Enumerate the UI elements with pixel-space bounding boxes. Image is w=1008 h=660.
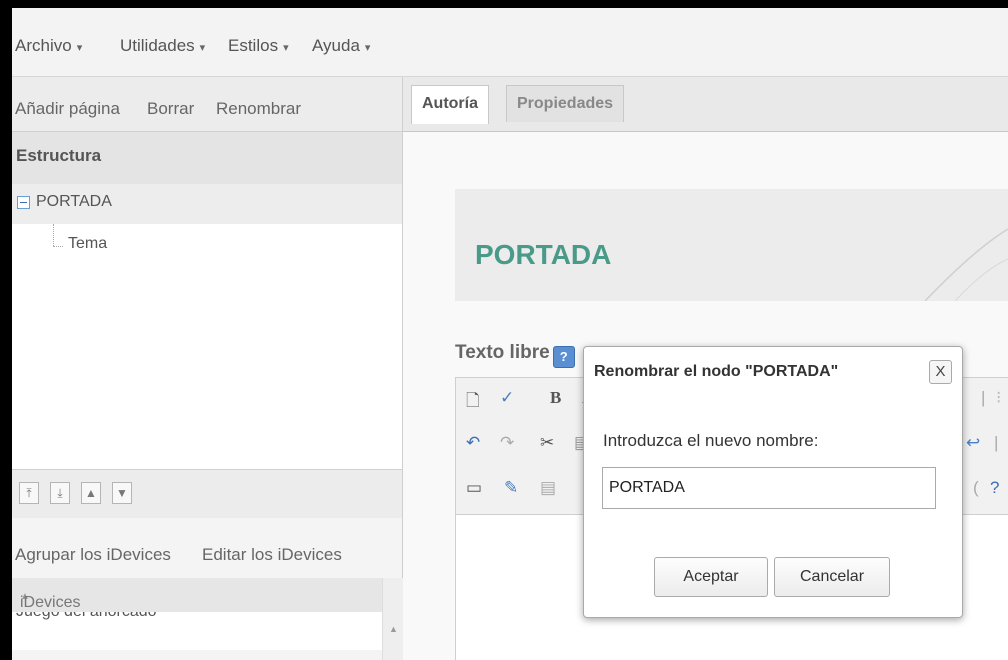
menu-archivo[interactable]: Archivo ▾ — [15, 36, 82, 56]
new-name-input[interactable] — [602, 467, 936, 509]
tree-connector — [53, 246, 63, 247]
menu-label: Archivo — [15, 36, 72, 55]
accept-button[interactable]: Aceptar — [654, 557, 768, 597]
toolbar-separator: | — [994, 433, 999, 452]
app-window: Archivo ▾ Utilidades ▾ Estilos ▾ Ayuda ▾ Aña… — [12, 8, 1008, 660]
move-down-icon[interactable]: ▼ — [112, 482, 132, 504]
structure-title: Estructura — [16, 146, 102, 165]
tab-autoria[interactable]: Autoría — [411, 85, 489, 124]
list-icon[interactable]: ⁝ — [996, 388, 1001, 408]
chevron-down-icon: ▾ — [76, 42, 83, 54]
rename-dialog: Renombrar el nodo "PORTADA" X Introduzca… — [583, 346, 963, 618]
scrollbar[interactable]: ▲ — [382, 578, 403, 660]
spellcheck-icon[interactable]: ✓ — [500, 388, 514, 408]
structure-toolbar: Añadir página Borrar Renombrar — [12, 77, 402, 132]
add-page-button[interactable]: Añadir página — [15, 99, 120, 119]
table-icon[interactable]: ▤ — [540, 478, 556, 498]
idevices-title: iDevices — [20, 594, 81, 611]
dialog-prompt: Introduzca el nuevo nombre: — [603, 431, 819, 450]
template-icon[interactable]: ▭ — [466, 478, 482, 498]
left-panel: Añadir página Borrar Renombrar Estructur… — [12, 77, 403, 660]
page-title: PORTADA — [475, 239, 612, 270]
list-item[interactable] — [12, 650, 382, 660]
new-document-icon[interactable]: 🗋 — [466, 388, 480, 417]
undo-icon[interactable]: ↶ — [466, 433, 480, 453]
tree-node-tema[interactable]: Tema — [68, 235, 107, 253]
group-idevices-button[interactable]: Agrupar los iDevices — [15, 545, 171, 565]
scroll-up-icon[interactable]: ▲ — [389, 624, 398, 634]
tree-connector — [53, 224, 54, 246]
redo-icon[interactable]: ↷ — [500, 433, 514, 453]
move-up-icon[interactable]: ▲ — [81, 482, 101, 504]
chevron-down-icon: ▾ — [283, 42, 289, 54]
tab-propiedades[interactable]: Propiedades — [506, 85, 625, 122]
dialog-title: Renombrar el nodo "PORTADA" — [594, 363, 839, 380]
move-toolbar: ⤒ ⤓ ▲ ▼ — [12, 469, 402, 519]
link-icon[interactable]: ↩ — [966, 433, 980, 453]
rename-button[interactable]: Renombrar — [216, 99, 301, 119]
help-icon[interactable]: ? — [552, 346, 575, 368]
move-top-icon[interactable]: ⤒ — [19, 482, 39, 504]
tab-bar: Autoría Propiedades — [403, 77, 1008, 132]
list-item[interactable]: Juego del ahorcado — [16, 612, 157, 621]
idevices-toolbar: Agrupar los iDevices Editar los iDevices — [12, 518, 402, 578]
menu-label: Estilos — [228, 36, 279, 55]
idevices-header[interactable]: iDevices ▲ — [12, 578, 382, 612]
menu-estilos[interactable]: Estilos ▾ — [228, 36, 289, 56]
cut-icon[interactable]: ✂ — [540, 433, 554, 453]
page-header-banner: PORTADA — [455, 189, 1008, 301]
menu-bar: Archivo ▾ Utilidades ▾ Estilos ▾ Ayuda ▾ — [12, 8, 1008, 77]
menu-utilidades[interactable]: Utilidades ▾ — [120, 36, 205, 56]
chevron-down-icon: ▾ — [364, 42, 371, 54]
collapse-icon[interactable] — [17, 196, 30, 209]
toolbar-separator: ( — [973, 478, 979, 497]
idevices-list: Juego del ahorcado — [12, 612, 382, 660]
chevron-down-icon: ▾ — [199, 42, 206, 54]
menu-ayuda[interactable]: Ayuda ▾ — [312, 36, 370, 56]
idevice-title: Texto libre — [455, 342, 550, 363]
tree-node-portada[interactable]: PORTADA — [12, 184, 402, 224]
idevice-heading: Texto libre? — [455, 342, 575, 368]
edit-idevices-button[interactable]: Editar los iDevices — [202, 545, 342, 565]
move-bottom-icon[interactable]: ⤓ — [50, 482, 70, 504]
close-icon[interactable]: X — [929, 360, 952, 384]
help-icon[interactable]: ? — [990, 478, 999, 498]
menu-label: Utilidades — [120, 36, 195, 55]
cancel-button[interactable]: Cancelar — [774, 557, 890, 597]
bold-icon[interactable]: B — [550, 388, 561, 408]
menu-label: Ayuda — [312, 36, 360, 55]
tree-node-label: PORTADA — [36, 193, 112, 210]
structure-header: Estructura — [12, 132, 402, 184]
edit-icon[interactable]: ✎ — [504, 478, 518, 498]
idevices-header-label: iDevices ▲ — [16, 586, 80, 611]
toolbar-separator: | — [981, 388, 986, 407]
delete-button[interactable]: Borrar — [147, 99, 194, 119]
